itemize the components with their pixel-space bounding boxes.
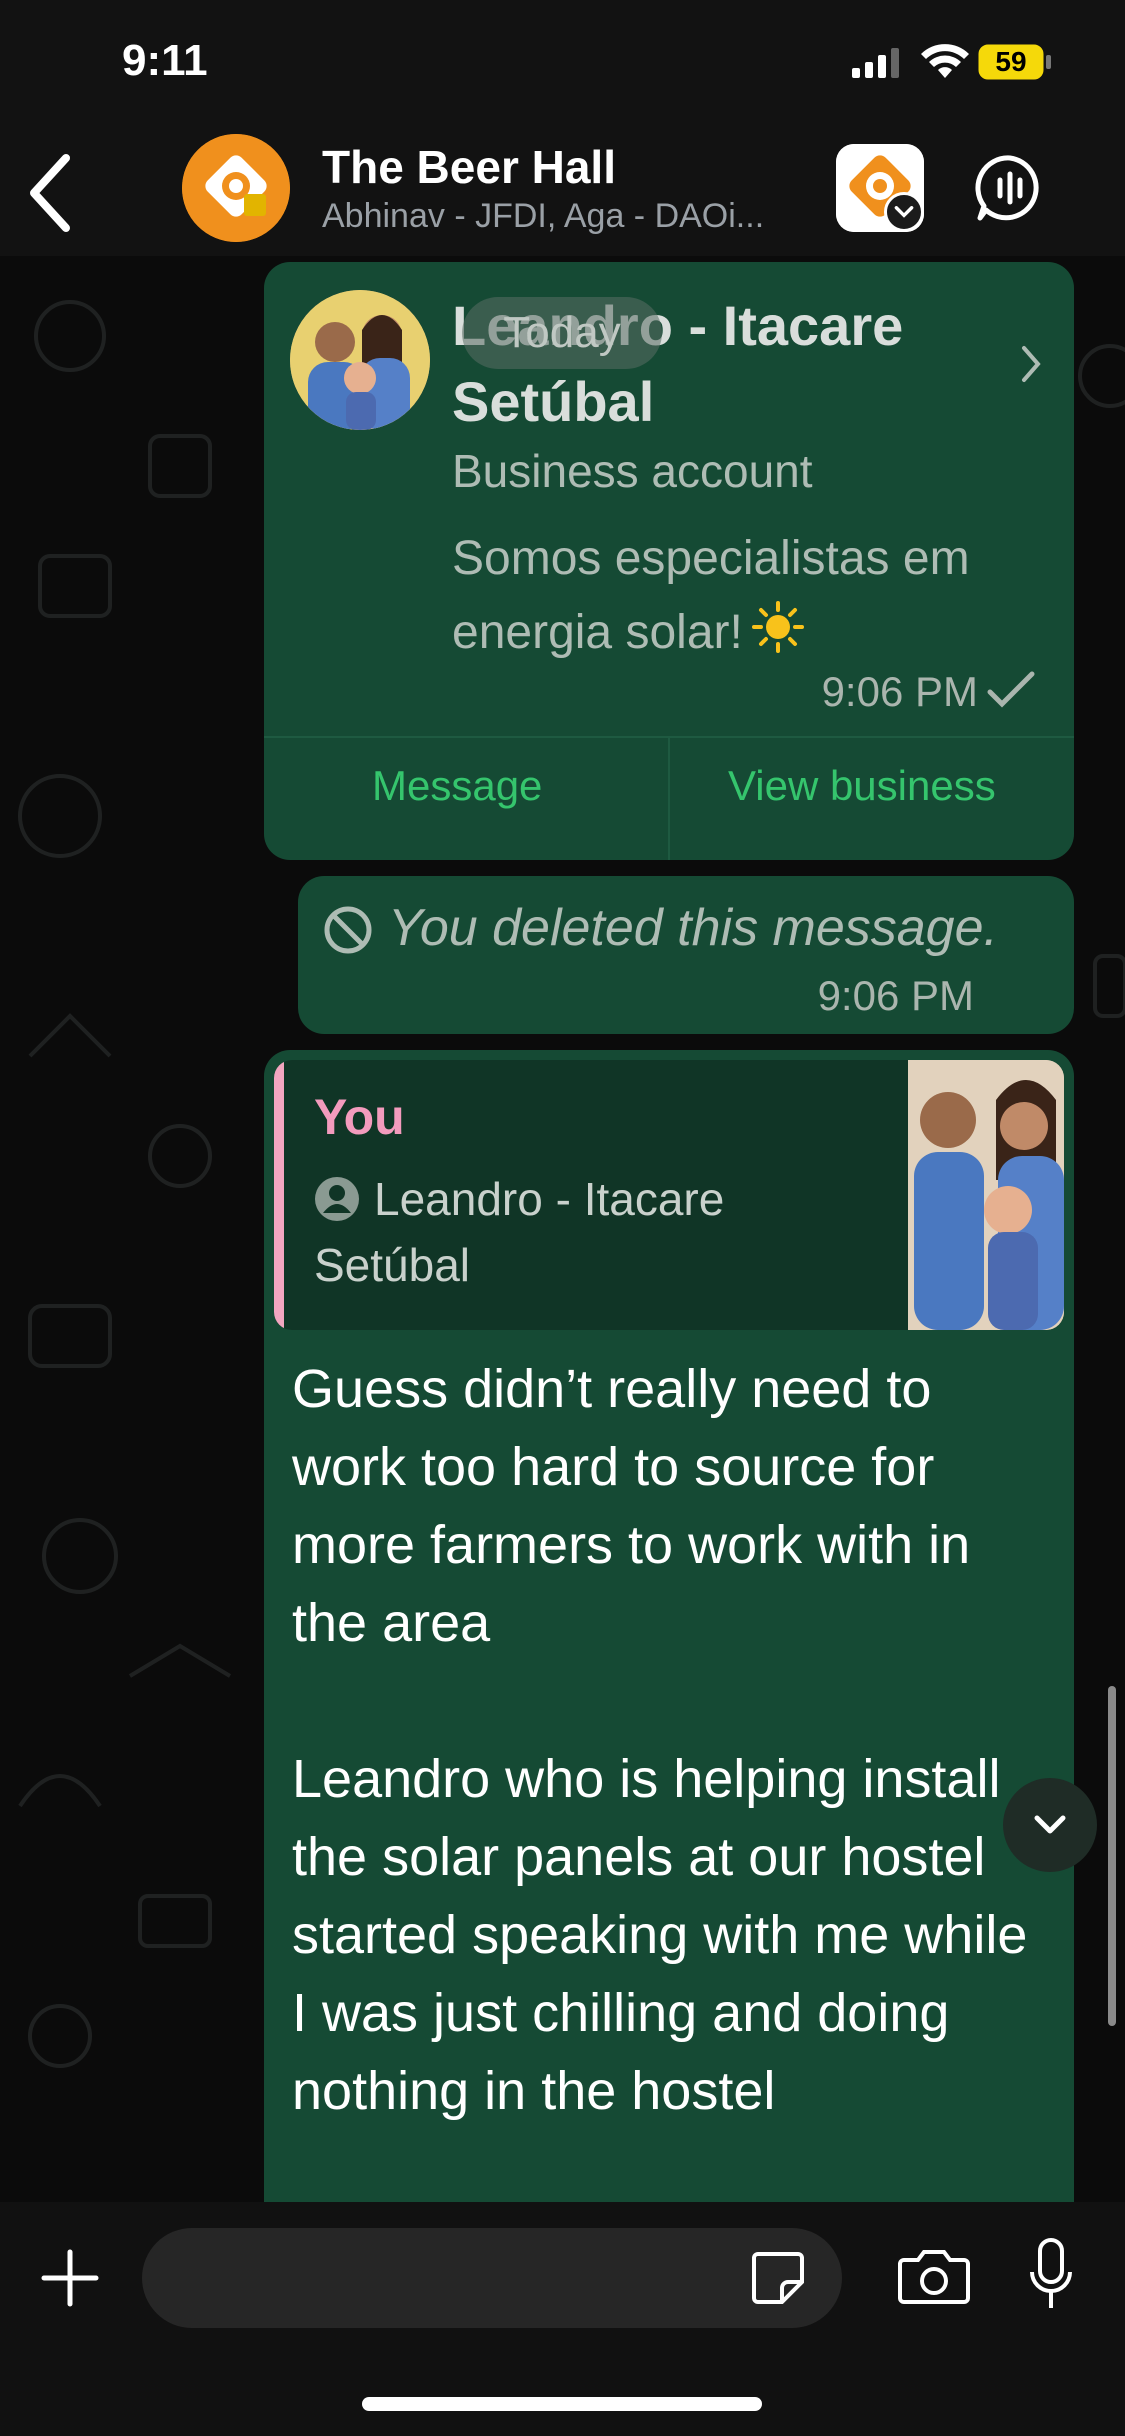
status-bar: 9:11 59 — [0, 0, 1125, 130]
message-text: Guess didn’t really need to work too har… — [292, 1359, 1028, 2121]
sticker-icon[interactable] — [748, 2248, 808, 2308]
date-pill: Today — [462, 297, 662, 369]
quote-author: You — [314, 1089, 405, 1145]
quote-bar — [274, 1060, 284, 1330]
microphone-icon[interactable] — [1026, 2236, 1076, 2316]
scroll-to-bottom-button[interactable] — [1003, 1778, 1097, 1872]
contact-avatar[interactable] — [290, 290, 430, 430]
chat-participants[interactable]: Abhinav - JFDI, Aga - DAOi... — [322, 197, 764, 236]
reply-message-bubble[interactable]: You Leandro - Itacare Setúbal Guess didn… — [264, 1050, 1074, 2202]
deleted-message-bubble[interactable]: You deleted this message. 9:06 PM — [298, 876, 1074, 1034]
quote-text: Leandro - Itacare Setúbal — [314, 1173, 725, 1291]
contact-card-bubble[interactable]: Leandro - Itacare Setúbal Business accou… — [264, 262, 1074, 860]
view-business-button[interactable]: View business — [728, 762, 996, 810]
check-icon — [987, 671, 1035, 708]
deleted-message-text: You deleted this message. — [388, 899, 998, 957]
message-contact-button[interactable]: Message — [372, 762, 542, 810]
contact-description: Somos especialistas em energia solar! — [452, 522, 992, 670]
quote-thumbnail — [908, 1060, 1064, 1330]
voice-chat-icon[interactable] — [974, 152, 1046, 224]
status-time: 9:11 — [122, 36, 208, 85]
chat-area[interactable]: Leandro - Itacare Setúbal Business accou… — [0, 256, 1125, 2202]
group-avatar-icon[interactable] — [182, 134, 290, 242]
battery-level: 59 — [995, 46, 1027, 77]
camera-icon[interactable] — [896, 2244, 972, 2308]
chevron-right-icon[interactable] — [1016, 342, 1046, 386]
plus-icon[interactable] — [38, 2246, 102, 2310]
home-indicator[interactable] — [362, 2397, 762, 2411]
contact-type: Business account — [452, 445, 813, 497]
message-time: 9:06 PM — [821, 668, 978, 715]
chevron-down-badge-icon — [884, 192, 924, 232]
wifi-icon — [921, 44, 969, 78]
chat-title[interactable]: The Beer Hall — [322, 140, 616, 194]
message-time: 9:06 PM — [817, 972, 974, 1019]
message-input[interactable] — [142, 2228, 842, 2328]
back-chevron-icon[interactable] — [20, 148, 80, 238]
scrollbar[interactable] — [1108, 1686, 1116, 2026]
battery-indicator: 59 — [978, 44, 1052, 80]
quoted-message[interactable]: You Leandro - Itacare Setúbal — [274, 1060, 1064, 1330]
contact-description-text: Somos especialistas em energia solar! — [452, 532, 970, 659]
chevron-down-icon — [1034, 1815, 1066, 1834]
blocked-icon — [324, 906, 372, 954]
signal-icon — [852, 48, 899, 78]
sun-emoji-icon — [751, 601, 804, 653]
card-button-divider — [668, 738, 670, 860]
